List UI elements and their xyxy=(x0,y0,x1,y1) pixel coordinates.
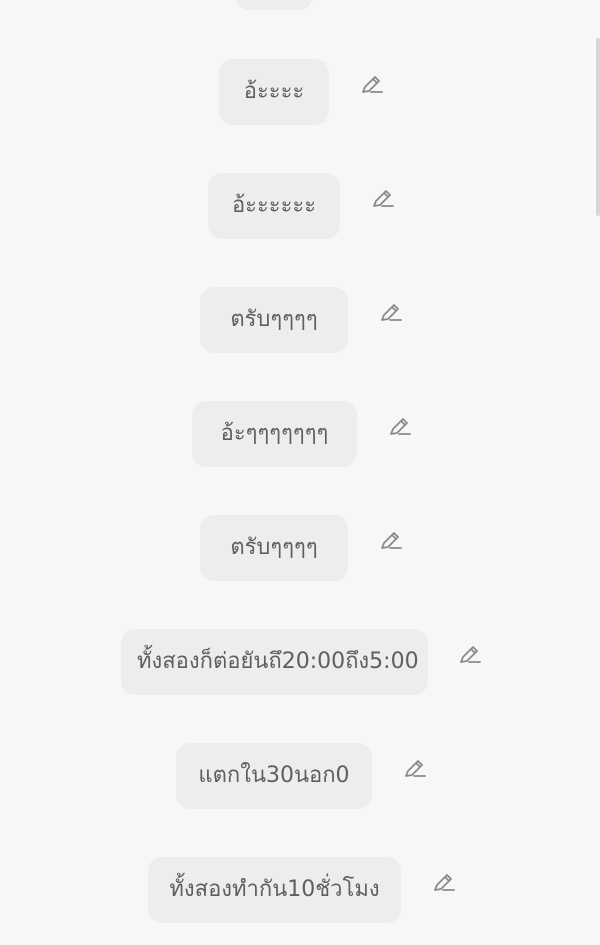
message-bubble[interactable]: ตรับๆๆๆๆ xyxy=(200,515,348,581)
message-row: ตรับๆๆๆๆ xyxy=(0,287,600,353)
message-bubble[interactable]: อ้ะะะะ xyxy=(219,59,329,125)
message-list: อ้ะะะะ อ้ะะะะะะ ตรับๆๆๆๆ อ้ะๆๆๆๆๆๆๆ ตรับ xyxy=(0,0,600,945)
message-row: อ้ะะะะะะ xyxy=(0,173,600,239)
edit-pencil-icon[interactable] xyxy=(359,72,385,98)
message-row: ทั้งสองก็ต่อยันถึ20:00ถึง5:00 xyxy=(0,629,600,695)
edit-pencil-icon[interactable] xyxy=(378,528,404,554)
edit-pencil-icon[interactable] xyxy=(370,186,396,212)
message-bubble[interactable]: ตรับๆๆๆๆ xyxy=(200,287,348,353)
message-row: อ้ะะะะ xyxy=(0,59,600,125)
message-row: ตรับๆๆๆๆ xyxy=(0,515,600,581)
message-row: อ้ะๆๆๆๆๆๆๆ xyxy=(0,401,600,467)
message-bubble[interactable]: อ้ะๆๆๆๆๆๆๆ xyxy=(192,401,357,467)
message-bubble[interactable]: ทั้งสองก็ต่อยันถึ20:00ถึง5:00 xyxy=(121,629,428,695)
message-bubble[interactable]: ทั้งสองทำกัน10ชั่วโมง xyxy=(148,857,401,923)
message-bubble[interactable]: แตกใน30นอก0 xyxy=(176,743,372,809)
message-row: ทั้งสองทำกัน10ชั่วโมง xyxy=(0,857,600,923)
message-row: แตกใน30นอก0 xyxy=(0,743,600,809)
edit-pencil-icon[interactable] xyxy=(378,300,404,326)
edit-pencil-icon[interactable] xyxy=(457,642,483,668)
edit-pencil-icon[interactable] xyxy=(431,870,457,896)
message-bubble[interactable]: อ้ะะะะะะ xyxy=(208,173,340,239)
chat-screen: อ้ะะะะ อ้ะะะะะะ ตรับๆๆๆๆ อ้ะๆๆๆๆๆๆๆ ตรับ xyxy=(0,0,600,945)
scroll-indicator[interactable] xyxy=(596,38,600,216)
edit-pencil-icon[interactable] xyxy=(402,756,428,782)
edit-pencil-icon[interactable] xyxy=(387,414,413,440)
